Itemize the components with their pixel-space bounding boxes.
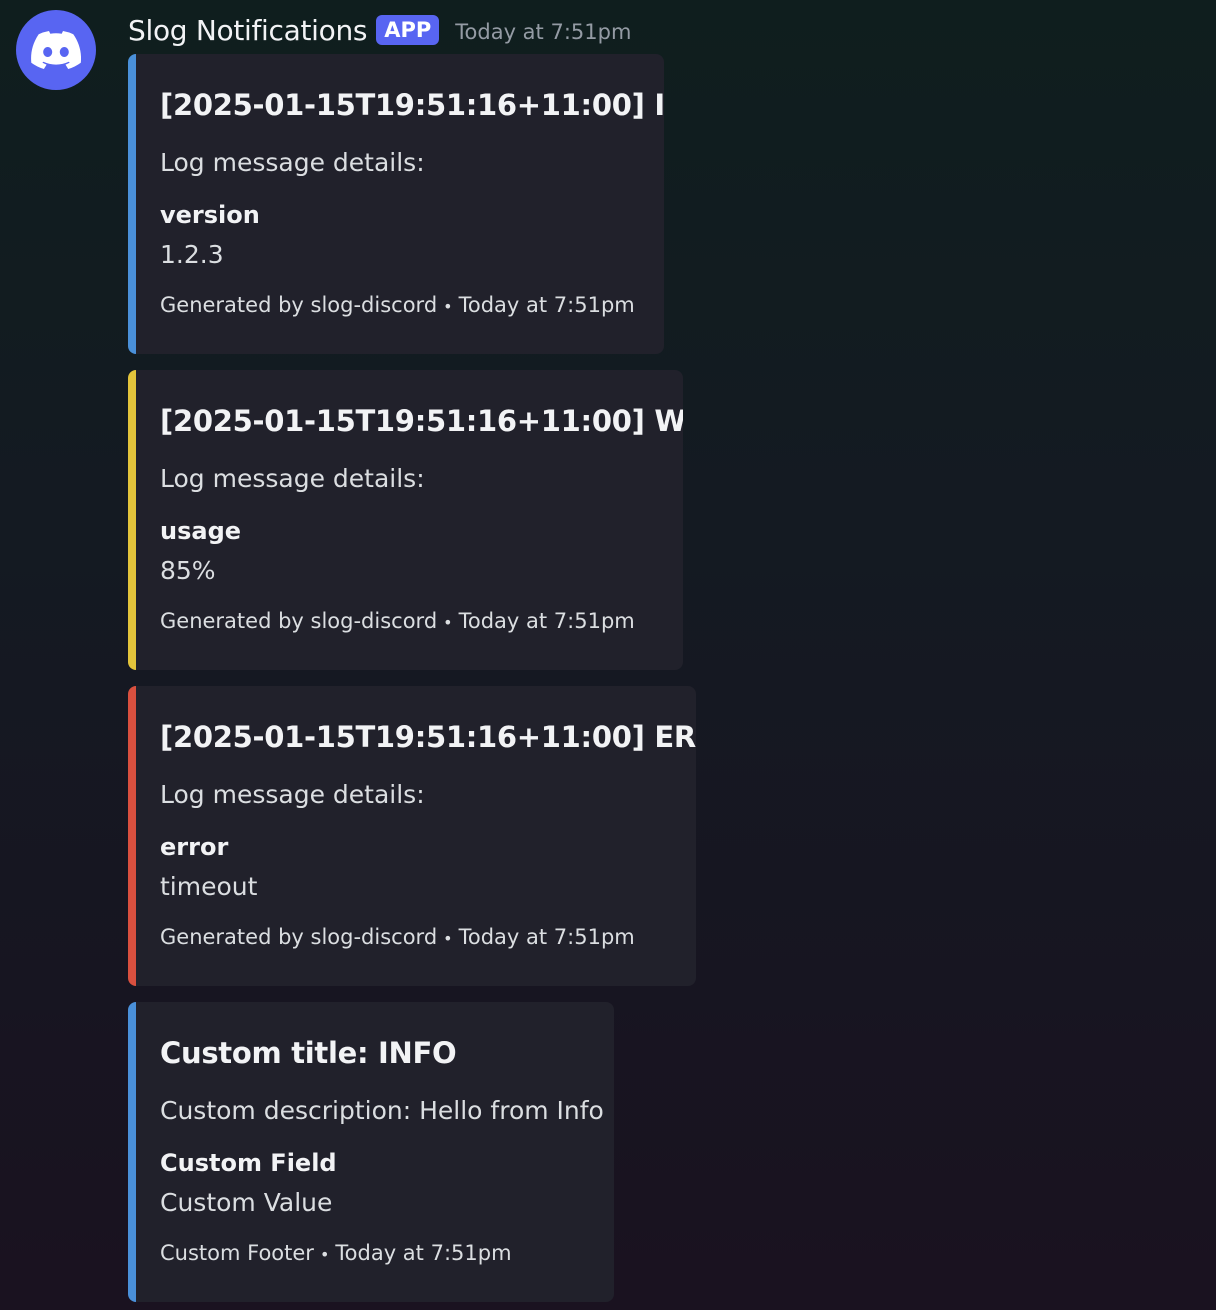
app-badge: APP — [376, 15, 440, 45]
embed-field-name: error — [160, 833, 229, 861]
embed-footer-text: Generated by slog-discord — [160, 925, 438, 949]
embed-footer-timestamp: Today at 7:51pm — [458, 609, 635, 633]
embed-title: [2025-01-15T19:51:16+11:00] WARN — [160, 404, 683, 438]
embed-footer: Generated by slog-discord • Today at 7:51p… — [160, 925, 635, 949]
embed-field-name: version — [160, 201, 260, 229]
embed-footer-timestamp: Today at 7:51pm — [335, 1241, 512, 1265]
embed-field-name: usage — [160, 517, 242, 545]
embed-footer: Generated by slog-discord • Today at 7:51p… — [160, 293, 635, 317]
embed-footer-timestamp: Today at 7:51pm — [458, 925, 635, 949]
embed-description: Log message details: — [160, 148, 425, 177]
embed-footer-text: Custom Footer — [160, 1241, 314, 1265]
discord-logo-icon — [31, 31, 81, 69]
footer-separator: • — [319, 1244, 330, 1264]
embed-field-value: timeout — [160, 872, 258, 901]
embed-footer: Generated by slog-discord • Today at 7:51p… — [160, 609, 635, 633]
embed-footer-text: Generated by slog-discord — [160, 609, 438, 633]
embed-info: [2025-01-15T19:51:16+11:00] INFO Log mes… — [128, 54, 664, 354]
embed-field-value: Custom Value — [160, 1188, 333, 1217]
username[interactable]: Slog Notifications — [128, 14, 368, 47]
embed-description: Log message details: — [160, 780, 425, 809]
footer-separator: • — [443, 928, 453, 948]
message-timestamp[interactable]: Today at 7:51pm — [455, 20, 631, 44]
embed-error: [2025-01-15T19:51:16+11:00] ERROR Log me… — [128, 686, 696, 986]
embed-description: Log message details: — [160, 464, 425, 493]
embed-footer-text: Generated by slog-discord — [160, 293, 438, 317]
embed-field-name: Custom Field — [160, 1149, 337, 1177]
embed-custom: Custom title: INFO Custom description: H… — [128, 1002, 614, 1302]
embed-title: Custom title: INFO — [160, 1036, 457, 1070]
embed-title: [2025-01-15T19:51:16+11:00] INFO — [160, 88, 664, 122]
footer-separator: • — [443, 296, 453, 316]
embed-field-value: 85% — [160, 556, 216, 585]
footer-separator: • — [443, 612, 453, 632]
embed-footer: Custom Footer • Today at 7:51pm — [160, 1241, 512, 1265]
embed-footer-timestamp: Today at 7:51pm — [458, 293, 635, 317]
message-header: Slog Notifications APP Today at 7:51pm — [128, 10, 631, 50]
embed-field-value: 1.2.3 — [160, 240, 224, 269]
embed-description: Custom description: Hello from Info — [160, 1096, 604, 1125]
embed-title: [2025-01-15T19:51:16+11:00] ERROR — [160, 720, 696, 754]
avatar[interactable] — [16, 10, 96, 90]
embed-warn: [2025-01-15T19:51:16+11:00] WARN Log mes… — [128, 370, 683, 670]
